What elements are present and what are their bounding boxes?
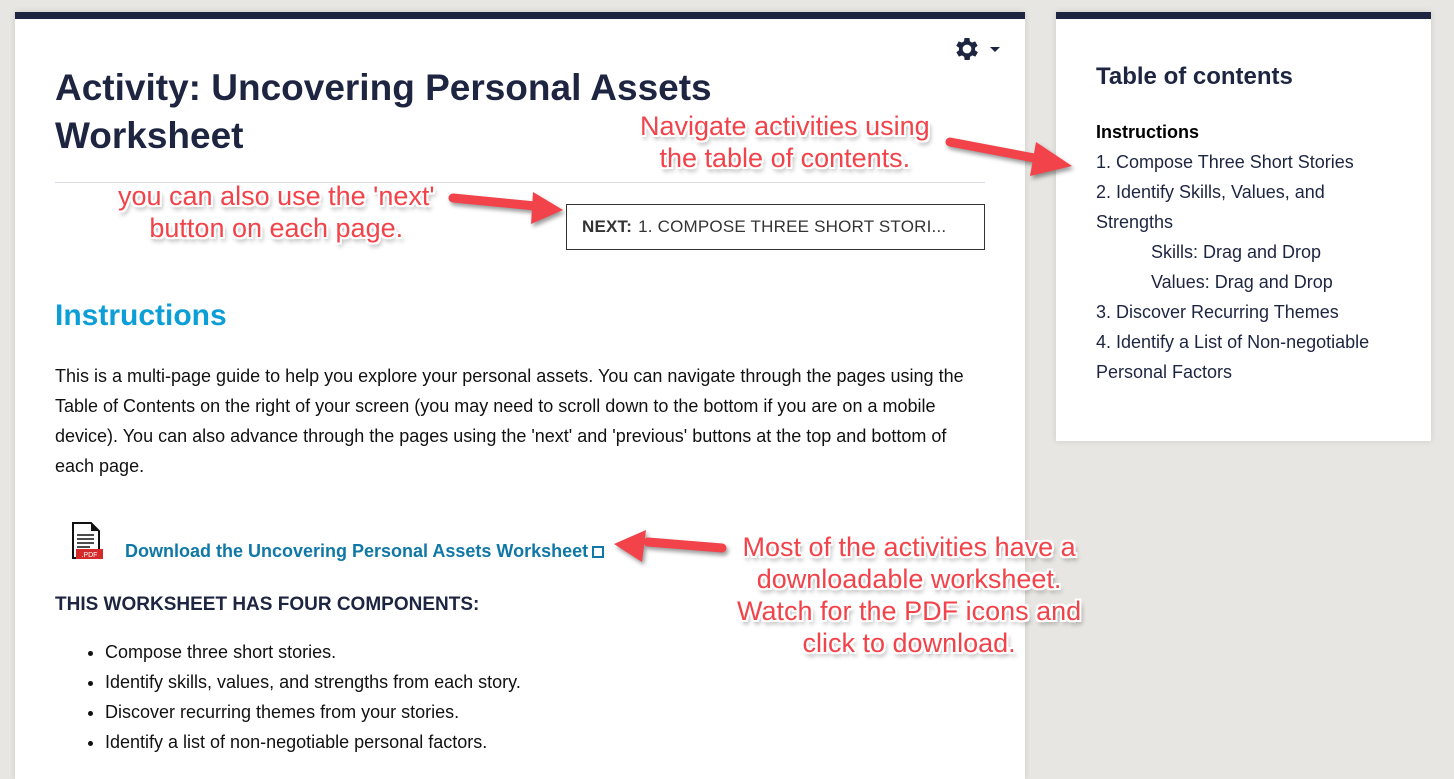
toc-item-non-negotiable-factors[interactable]: 4. Identify a List of Non-negotiable Per… [1096, 327, 1406, 387]
svg-text:.PDF: .PDF [82, 552, 98, 559]
external-link-icon [592, 545, 605, 558]
annotation-line: Most of the activities have a [742, 532, 1076, 562]
annotation-line: downloadable worksheet. [756, 564, 1062, 594]
annotation-arrow-next [448, 192, 563, 224]
toc-item-compose-stories[interactable]: 1. Compose Three Short Stories [1096, 147, 1406, 177]
annotation-line: Navigate activities using [640, 111, 930, 141]
table-of-contents-card: Table of contents Instructions 1. Compos… [1056, 12, 1431, 441]
next-page-button[interactable]: NEXT: 1. COMPOSE THREE SHORT STORI... [566, 204, 985, 250]
annotation-line: button on each page. [149, 213, 404, 243]
toc-item-values-drag-drop[interactable]: Values: Drag and Drop [1096, 267, 1406, 297]
next-target-label: 1. COMPOSE THREE SHORT STORI... [638, 217, 947, 236]
intro-paragraph: This is a multi-page guide to help you e… [55, 366, 964, 476]
list-item: Identify a list of non-negotiable person… [105, 727, 521, 757]
annotation-next-note: you can also use the 'next' button on ea… [118, 180, 435, 244]
chevron-down-icon [990, 46, 1000, 52]
settings-menu-button[interactable] [952, 34, 1000, 64]
list-item: Discover recurring themes from your stor… [105, 697, 521, 727]
annotation-line: click to download. [802, 628, 1016, 658]
annotation-toc-note: Navigate activities using the table of c… [640, 110, 930, 174]
components-heading: THIS WORKSHEET HAS FOUR COMPONENTS: [55, 594, 480, 615]
section-heading: Instructions [55, 299, 227, 332]
download-worksheet-link[interactable]: Download the Uncovering Personal Assets … [125, 541, 605, 562]
toc-item-identify-skills[interactable]: 2. Identify Skills, Values, and Strength… [1096, 177, 1406, 237]
annotation-arrow-toc [945, 137, 1072, 176]
list-item: Identify skills, values, and strengths f… [105, 667, 521, 697]
toc-item-instructions: Instructions [1096, 122, 1200, 142]
annotation-pdf-note: Most of the activities have a downloadab… [737, 531, 1081, 659]
toc-list: Instructions 1. Compose Three Short Stor… [1096, 117, 1406, 387]
annotation-arrow-pdf [614, 530, 727, 562]
gear-icon [956, 38, 978, 60]
pdf-icon: .PDF [72, 522, 103, 559]
toc-title: Table of contents [1096, 63, 1293, 90]
toc-item-recurring-themes[interactable]: 3. Discover Recurring Themes [1096, 297, 1406, 327]
annotation-line: you can also use the 'next' [118, 181, 435, 211]
components-list: Compose three short stories. Identify sk… [55, 637, 521, 757]
annotation-line: the table of contents. [659, 143, 911, 173]
annotation-line: Watch for the PDF icons and [737, 596, 1082, 626]
list-item: Compose three short stories. [105, 637, 521, 667]
toc-item-skills-drag-drop[interactable]: Skills: Drag and Drop [1096, 237, 1406, 267]
next-label: NEXT: [582, 217, 633, 236]
download-link-label: Download the Uncovering Personal Assets … [125, 541, 589, 561]
